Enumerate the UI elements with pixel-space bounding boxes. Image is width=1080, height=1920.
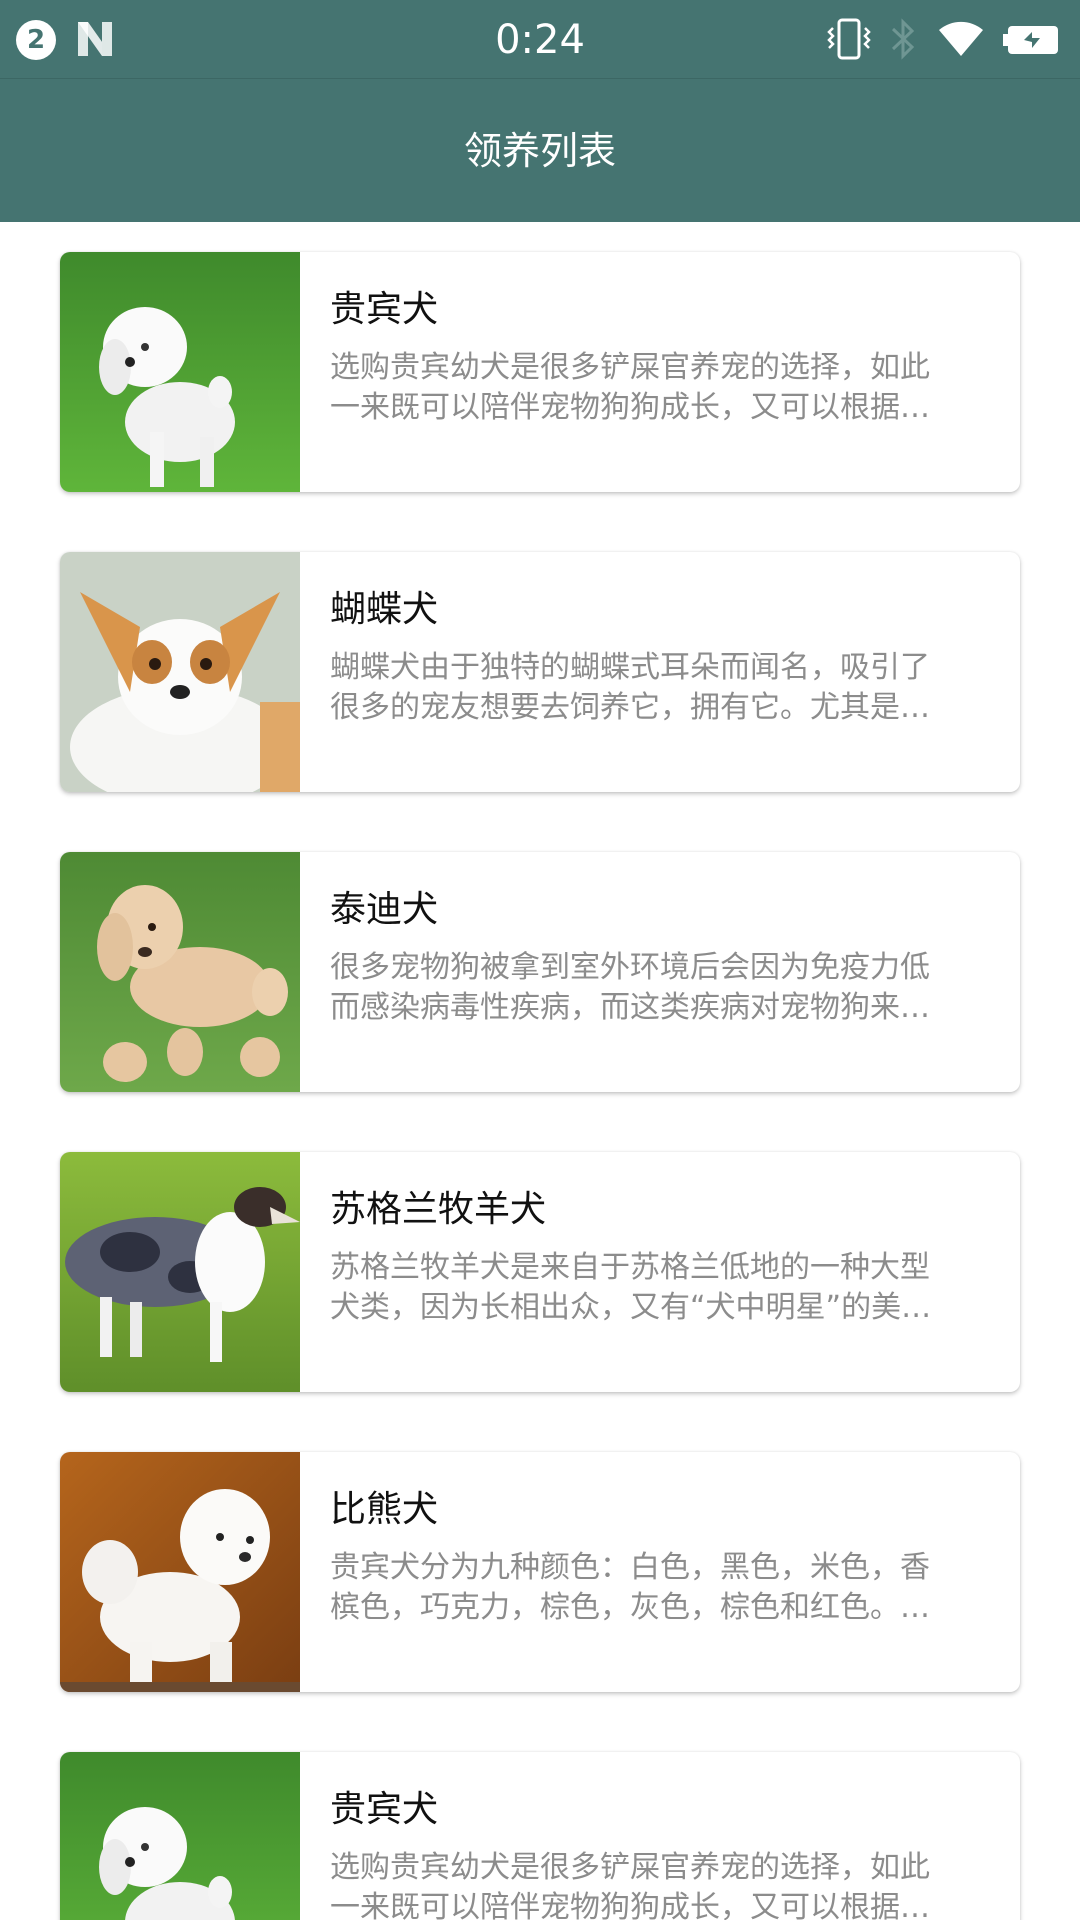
bluetooth-icon bbox=[891, 18, 915, 60]
pet-photo bbox=[60, 852, 300, 1092]
status-bar: 2 0:24 bbox=[0, 0, 1080, 78]
adoption-list[interactable]: 贵宾犬 选购贵宾幼犬是很多铲屎官养宠的选择，如此 一来既可以陪伴宠物狗狗成长，又… bbox=[0, 222, 1080, 1920]
pet-photo bbox=[60, 1152, 300, 1392]
pet-name: 比熊犬 bbox=[330, 1489, 439, 1530]
pet-description-line: 一来既可以陪伴宠物狗狗成长，又可以根据… bbox=[330, 1890, 930, 1920]
pet-name: 泰迪犬 bbox=[330, 889, 439, 930]
pet-description-line: 选购贵宾幼犬是很多铲屎官养宠的选择，如此 bbox=[330, 1850, 930, 1885]
pet-name: 蝴蝶犬 bbox=[330, 589, 439, 630]
pet-name: 贵宾犬 bbox=[330, 1789, 439, 1830]
pet-photo bbox=[60, 552, 300, 792]
pet-description: 苏格兰牧羊犬是来自于苏格兰低地的一种大型 犬类，因为长相出众，又有“犬中明星”的… bbox=[330, 1248, 994, 1328]
pet-name: 苏格兰牧羊犬 bbox=[330, 1189, 547, 1230]
pet-description-line: 犬类，因为长相出众，又有“犬中明星”的美… bbox=[330, 1290, 932, 1325]
pet-description: 选购贵宾幼犬是很多铲屎官养宠的选择，如此 一来既可以陪伴宠物狗狗成长，又可以根据… bbox=[330, 1848, 994, 1920]
pet-card[interactable]: 贵宾犬 选购贵宾幼犬是很多铲屎官养宠的选择，如此 一来既可以陪伴宠物狗狗成长，又… bbox=[60, 1752, 1020, 1920]
wifi-icon bbox=[939, 21, 983, 56]
pet-description: 贵宾犬分为九种颜色：白色，黑色，米色，香 槟色，巧克力，棕色，灰色，棕色和红色。… bbox=[330, 1548, 994, 1628]
pet-card[interactable]: 苏格兰牧羊犬 苏格兰牧羊犬是来自于苏格兰低地的一种大型 犬类，因为长相出众，又有… bbox=[60, 1152, 1020, 1392]
pet-description-line: 一来既可以陪伴宠物狗狗成长，又可以根据… bbox=[330, 390, 930, 425]
pet-description: 蝴蝶犬由于独特的蝴蝶式耳朵而闻名，吸引了 很多的宠友想要去饲养它，拥有它。尤其是… bbox=[330, 648, 994, 728]
pet-card[interactable]: 贵宾犬 选购贵宾幼犬是很多铲屎官养宠的选择，如此 一来既可以陪伴宠物狗狗成长，又… bbox=[60, 252, 1020, 492]
vibrate-icon bbox=[827, 18, 871, 60]
pet-card[interactable]: 蝴蝶犬 蝴蝶犬由于独特的蝴蝶式耳朵而闻名，吸引了 很多的宠友想要去饲养它，拥有它… bbox=[60, 552, 1020, 792]
page-title: 领养列表 bbox=[463, 129, 616, 173]
pet-card[interactable]: 泰迪犬 很多宠物狗被拿到室外环境后会因为免疫力低 而感染病毒性疾病，而这类疾病对… bbox=[60, 852, 1020, 1092]
pet-photo bbox=[60, 252, 300, 492]
app-bar: 领养列表 bbox=[0, 78, 1080, 222]
pet-card[interactable]: 比熊犬 贵宾犬分为九种颜色：白色，黑色，米色，香 槟色，巧克力，棕色，灰色，棕色… bbox=[60, 1452, 1020, 1692]
pet-description-line: 苏格兰牧羊犬是来自于苏格兰低地的一种大型 bbox=[330, 1250, 930, 1285]
pet-description: 很多宠物狗被拿到室外环境后会因为免疫力低 而感染病毒性疾病，而这类疾病对宠物狗来… bbox=[330, 948, 994, 1028]
pet-description-line: 贵宾犬分为九种颜色：白色，黑色，米色，香 bbox=[330, 1550, 930, 1585]
pet-name: 贵宾犬 bbox=[330, 289, 439, 330]
pet-photo bbox=[60, 1452, 300, 1692]
pet-photo bbox=[60, 1752, 300, 1920]
battery-icon bbox=[1003, 26, 1058, 54]
pet-description-line: 选购贵宾幼犬是很多铲屎官养宠的选择，如此 bbox=[330, 350, 930, 385]
pet-description-line: 而感染病毒性疾病，而这类疾病对宠物狗来… bbox=[330, 990, 930, 1025]
pet-description-line: 很多的宠友想要去饲养它，拥有它。尤其是… bbox=[330, 690, 930, 725]
pet-description-line: 槟色，巧克力，棕色，灰色，棕色和红色。… bbox=[330, 1590, 930, 1625]
pet-description-line: 很多宠物狗被拿到室外环境后会因为免疫力低 bbox=[330, 950, 930, 985]
pet-description-line: 蝴蝶犬由于独特的蝴蝶式耳朵而闻名，吸引了 bbox=[330, 650, 930, 685]
pet-description: 选购贵宾幼犬是很多铲屎官养宠的选择，如此 一来既可以陪伴宠物狗狗成长，又可以根据… bbox=[330, 348, 994, 428]
